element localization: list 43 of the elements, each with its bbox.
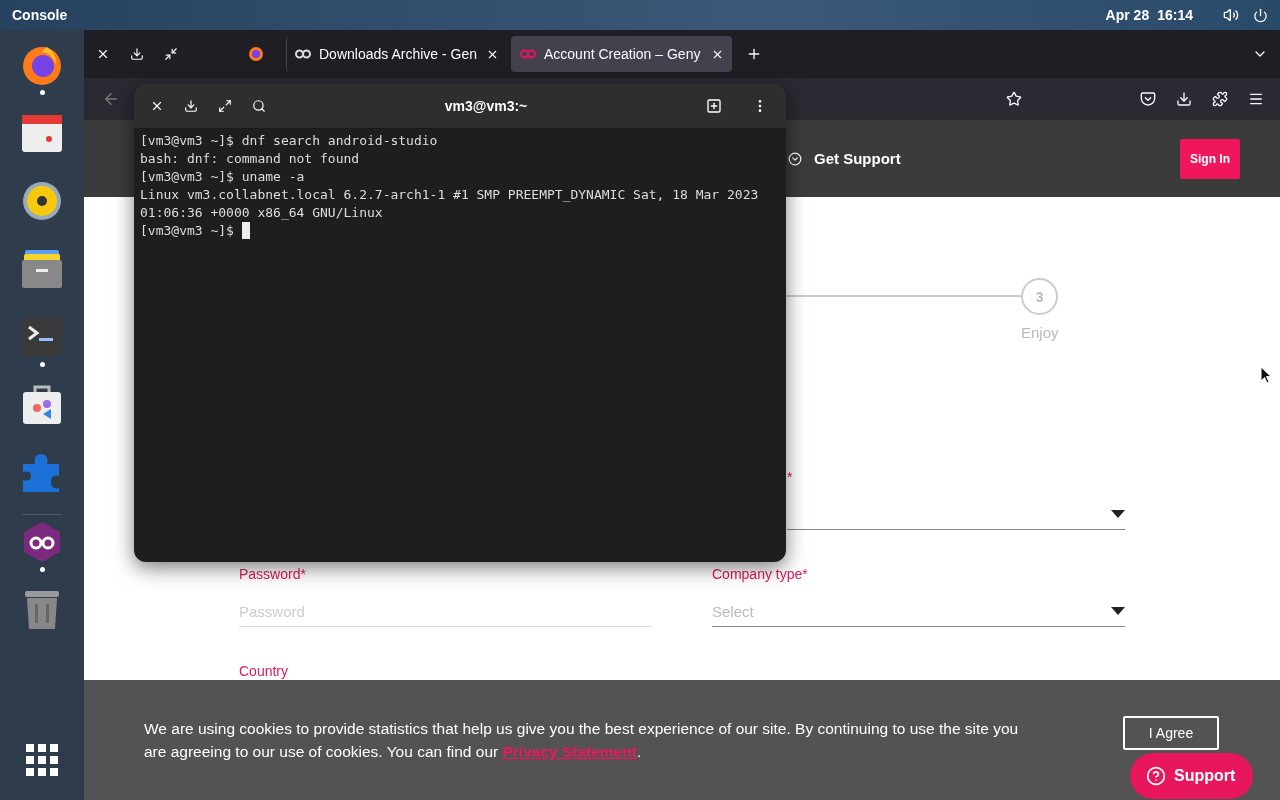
cookie-notice: We are using cookies to provide statistics that help us give you the best experience of our site. By continuing to use the site you are agreeing to our use of cookies. You can find our Privacy Statement. bbox=[144, 719, 1020, 762]
tab-favicon-icon bbox=[520, 49, 536, 59]
browser-tab[interactable]: Account Creation – Geny bbox=[511, 36, 732, 72]
volume-icon[interactable] bbox=[1223, 7, 1239, 23]
tab-title: Account Creation – Geny bbox=[544, 46, 702, 62]
tab-title: Downloads Archive - Gen bbox=[319, 46, 478, 62]
power-icon[interactable] bbox=[1253, 7, 1268, 23]
step-number: 3 bbox=[1021, 278, 1059, 315]
chevron-circle-icon bbox=[788, 151, 802, 166]
dropdown-caret-icon bbox=[1111, 607, 1125, 615]
help-icon bbox=[1146, 766, 1166, 786]
tab-favicon-icon bbox=[295, 49, 311, 59]
support-button[interactable]: Support bbox=[1130, 753, 1254, 799]
terminal-line: [vm3@vm3 ~]$ dnf search android-studio bbox=[140, 132, 438, 150]
terminal-line: [vm3@vm3 ~]$ bbox=[140, 222, 235, 240]
speaker-icon[interactable] bbox=[21, 180, 63, 222]
shopping-bag-icon[interactable] bbox=[21, 384, 63, 426]
dropdown-caret-icon bbox=[1111, 510, 1125, 518]
browser-tab[interactable]: Downloads Archive - Gen bbox=[286, 36, 507, 72]
browser-icon[interactable] bbox=[21, 44, 63, 86]
field-label: Company type* bbox=[712, 566, 808, 582]
field-label: Password* bbox=[239, 566, 306, 582]
app-grid-icon[interactable] bbox=[26, 744, 58, 776]
terminal-line: 01:06:36 +0000 x86_64 GNU/Linux bbox=[140, 204, 383, 222]
required-mark: * bbox=[787, 469, 793, 485]
terminal-line: bash: dnf: command not found bbox=[140, 150, 360, 168]
sign-in-button[interactable]: Sign In bbox=[1180, 138, 1240, 179]
field-label: Country bbox=[239, 663, 289, 679]
mouse-pointer-icon bbox=[1260, 366, 1272, 384]
browser-icon bbox=[248, 46, 264, 62]
terminal-icon[interactable] bbox=[21, 316, 63, 358]
activities-label[interactable]: Console bbox=[12, 7, 68, 23]
date-label[interactable]: Apr 28 bbox=[1105, 7, 1150, 23]
step-label: Enjoy bbox=[1021, 324, 1059, 341]
agree-button[interactable]: I Agree bbox=[1123, 716, 1219, 750]
hexagon-app-icon[interactable] bbox=[21, 521, 63, 563]
get-support-link[interactable]: Get Support bbox=[788, 150, 901, 167]
terminal-line: Linux vm3.collabnet.local 6.2.7-arch1-1 #1 SMP PREEMPT_DYNAMIC Sat, 18 Mar 2023 bbox=[140, 186, 759, 204]
terminal-title: vm3@vm3:~ bbox=[443, 98, 529, 114]
terminal-line: [vm3@vm3 ~]$ uname -a bbox=[140, 168, 305, 186]
file-cabinet-icon[interactable] bbox=[21, 248, 63, 290]
clock-label[interactable]: 16:14 bbox=[1157, 7, 1193, 23]
calendar-icon[interactable] bbox=[21, 112, 63, 154]
